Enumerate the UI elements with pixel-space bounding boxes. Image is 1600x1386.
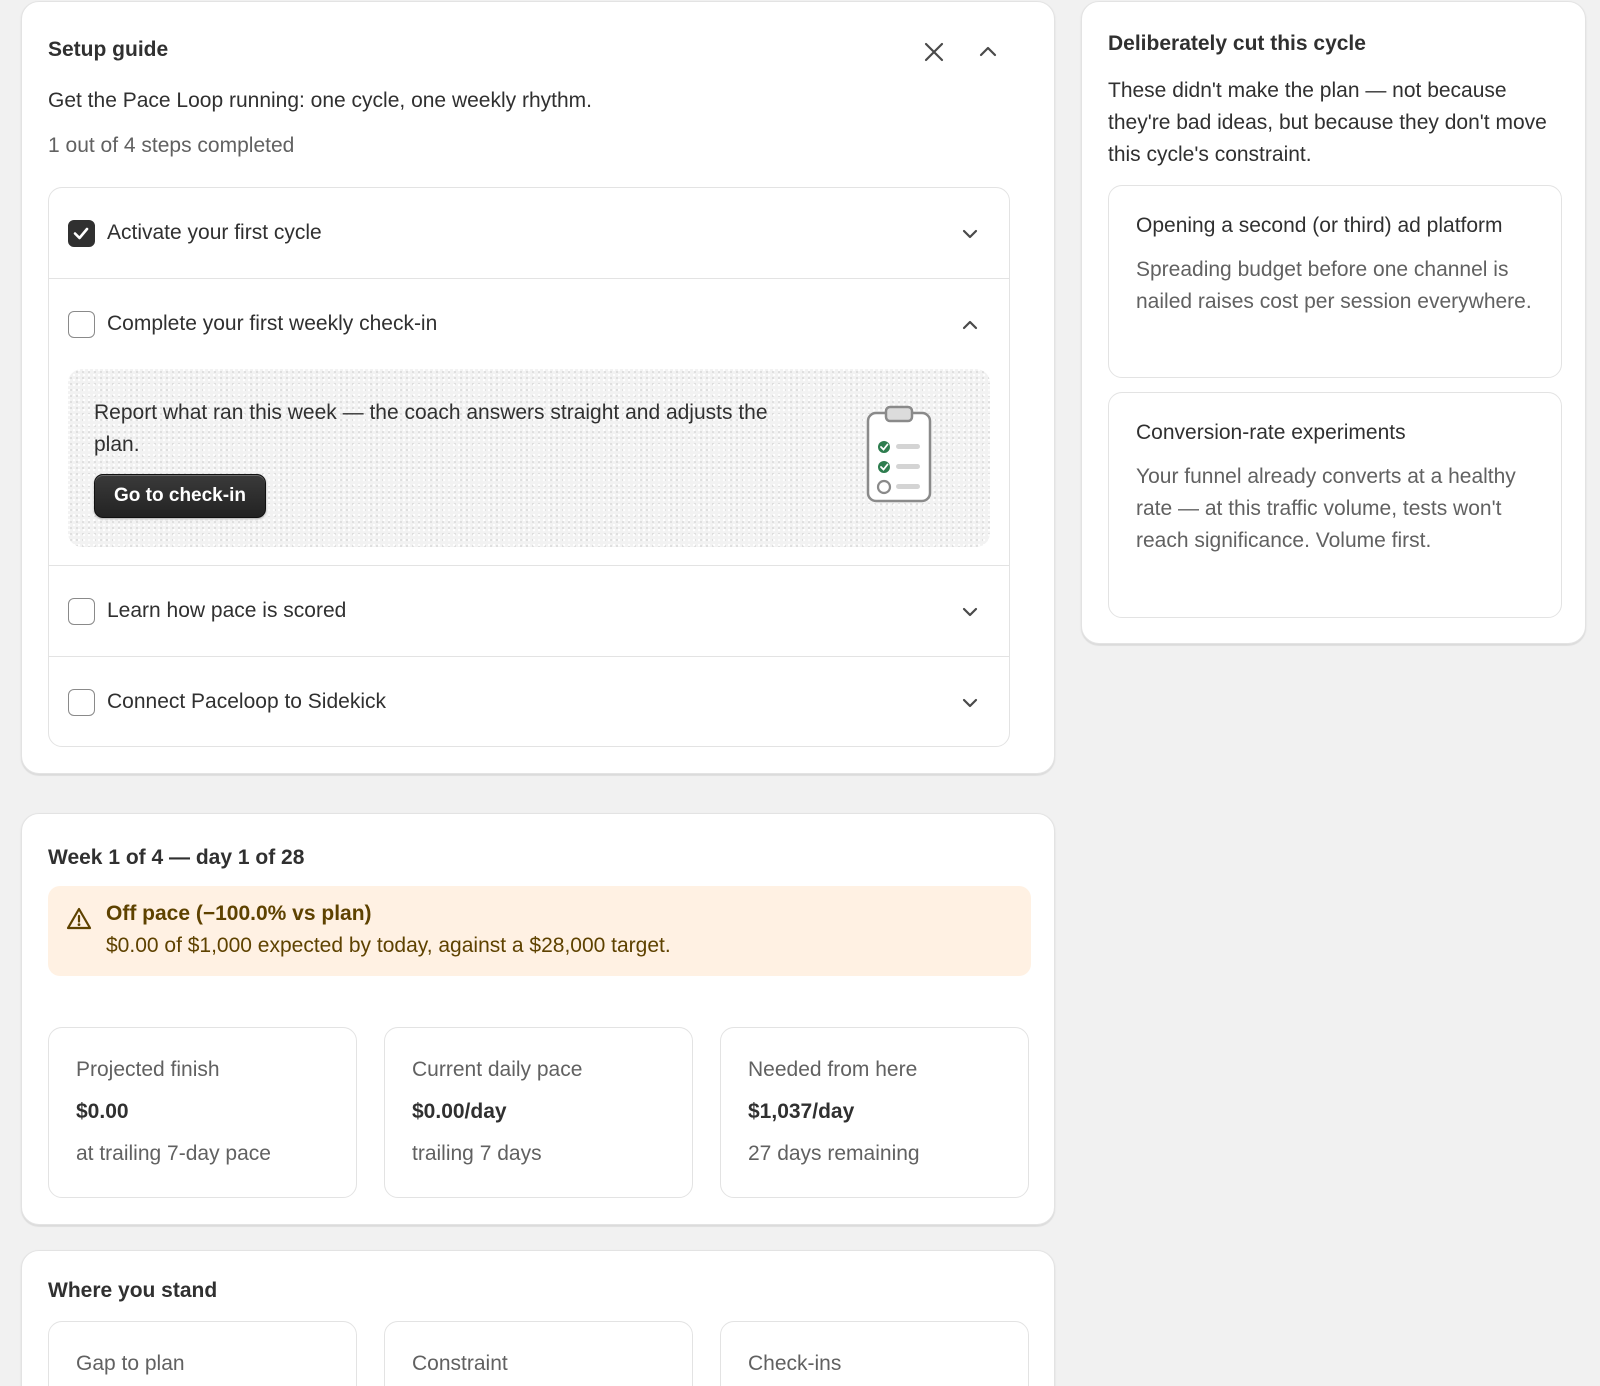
step-detail-text: Report what ran this week — the coach an…: [94, 401, 768, 456]
where-you-stand-card: Where you stand Gap to plan Constraint C…: [21, 1250, 1055, 1386]
chevron-up-icon: [962, 320, 978, 330]
stand-label: Constraint: [412, 1352, 508, 1375]
stat-value: $0.00/day: [412, 1100, 507, 1123]
stat-label: Projected finish: [76, 1058, 220, 1081]
setup-guide-title: Setup guide: [48, 38, 169, 61]
go-to-checkin-button[interactable]: Go to check-in: [94, 474, 266, 518]
setup-guide-card: Setup guide Get the Pace Loop running: o…: [21, 1, 1055, 774]
setup-guide-description: Get the Pace Loop running: one cycle, on…: [48, 89, 592, 112]
setup-guide-progress: 1 out of 4 steps completed: [48, 134, 295, 157]
step-checkbox[interactable]: [68, 689, 95, 716]
stat-needed-from-here: Needed from here $1,037/day 27 days rema…: [720, 1027, 1029, 1198]
banner-title: Off pace (−100.0% vs plan): [106, 902, 372, 925]
step-label: Connect Paceloop to Sidekick: [107, 690, 386, 713]
week-pace-card: Week 1 of 4 — day 1 of 28 Off pace (−100…: [21, 813, 1055, 1225]
stand-label: Gap to plan: [76, 1352, 185, 1375]
expand-step-button[interactable]: [957, 690, 983, 716]
setup-steps-list: Activate your first cycle Complete your …: [48, 187, 1010, 747]
stat-subtext: 27 days remaining: [748, 1142, 920, 1165]
collapse-step-button[interactable]: [957, 312, 983, 338]
chevron-up-icon: [979, 46, 997, 57]
step-checkbox[interactable]: [68, 220, 95, 247]
stat-label: Current daily pace: [412, 1058, 583, 1081]
deliberately-cut-title: Deliberately cut this cycle: [1108, 32, 1366, 55]
cut-item-title: Opening a second (or third) ad platform: [1136, 214, 1503, 237]
step-activate-cycle[interactable]: Activate your first cycle: [49, 188, 1009, 279]
stat-label: Needed from here: [748, 1058, 918, 1081]
week-title: Week 1 of 4 — day 1 of 28: [48, 846, 305, 869]
step-row[interactable]: Connect Paceloop to Sidekick: [49, 657, 1009, 746]
where-you-stand-title: Where you stand: [48, 1279, 218, 1302]
checkmark-icon: [73, 227, 89, 240]
step-row[interactable]: Activate your first cycle: [49, 188, 1009, 278]
deliberately-cut-card: Deliberately cut this cycle These didn't…: [1081, 1, 1586, 644]
step-weekly-checkin: Complete your first weekly check-in Repo…: [49, 279, 1009, 566]
deliberately-cut-intro: These didn't make the plan — not because…: [1108, 79, 1547, 166]
step-label: Activate your first cycle: [107, 221, 322, 244]
step-row[interactable]: Learn how pace is scored: [49, 566, 1009, 656]
cut-item-body: Your funnel already converts at a health…: [1136, 465, 1516, 552]
stand-constraint: Constraint: [384, 1321, 693, 1386]
step-label: Learn how pace is scored: [107, 599, 347, 622]
stat-value: $0.00: [76, 1100, 129, 1123]
stand-label: Check-ins: [748, 1352, 842, 1375]
step-detail-panel: Report what ran this week — the coach an…: [68, 369, 990, 547]
clipboard-checklist-icon: [866, 405, 932, 503]
warning-triangle-icon: [66, 907, 92, 930]
close-icon: [924, 42, 944, 62]
stand-check-ins: Check-ins: [720, 1321, 1029, 1386]
chevron-down-icon: [962, 229, 978, 239]
step-label: Complete your first weekly check-in: [107, 312, 438, 335]
collapse-guide-button[interactable]: [974, 38, 1002, 66]
step-row[interactable]: Complete your first weekly check-in: [49, 279, 1009, 369]
stat-projected-finish: Projected finish $0.00 at trailing 7-day…: [48, 1027, 357, 1198]
stat-subtext: trailing 7 days: [412, 1142, 542, 1165]
dismiss-button[interactable]: [920, 38, 948, 66]
stat-subtext: at trailing 7-day pace: [76, 1142, 271, 1165]
cut-item-title: Conversion-rate experiments: [1136, 421, 1406, 444]
stat-value: $1,037/day: [748, 1100, 855, 1123]
step-checkbox[interactable]: [68, 311, 95, 338]
step-connect-sidekick[interactable]: Connect Paceloop to Sidekick: [49, 657, 1009, 746]
cut-item: Conversion-rate experiments Your funnel …: [1108, 392, 1562, 618]
off-pace-banner: Off pace (−100.0% vs plan) $0.00 of $1,0…: [48, 886, 1031, 976]
step-learn-pace[interactable]: Learn how pace is scored: [49, 566, 1009, 657]
cut-item: Opening a second (or third) ad platform …: [1108, 185, 1562, 378]
expand-step-button[interactable]: [957, 599, 983, 625]
cut-item-body: Spreading budget before one channel is n…: [1136, 258, 1532, 313]
chevron-down-icon: [962, 607, 978, 617]
banner-text: $0.00 of $1,000 expected by today, again…: [106, 934, 671, 957]
stat-current-daily-pace: Current daily pace $0.00/day trailing 7 …: [384, 1027, 693, 1198]
step-checkbox[interactable]: [68, 598, 95, 625]
chevron-down-icon: [962, 698, 978, 708]
stand-gap-to-plan: Gap to plan: [48, 1321, 357, 1386]
expand-step-button[interactable]: [957, 221, 983, 247]
